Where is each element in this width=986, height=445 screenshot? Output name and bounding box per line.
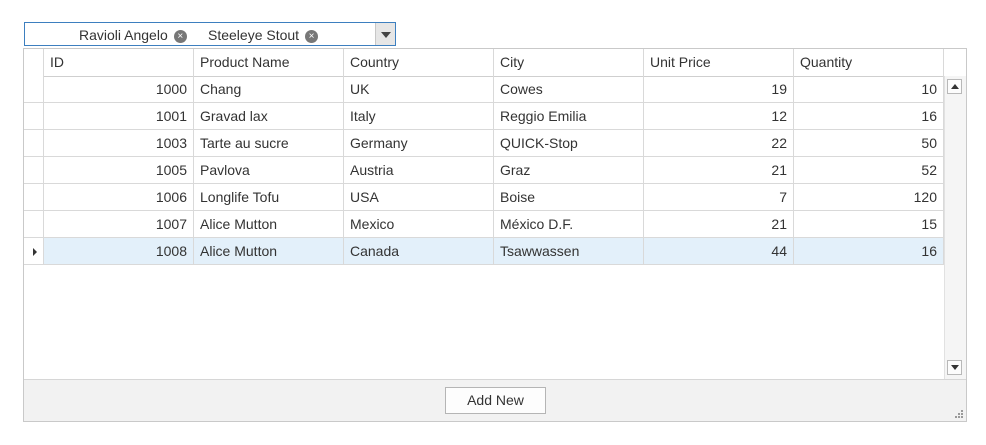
row-indicator[interactable] [24,103,44,130]
filter-token[interactable]: Ravioli Angelo × [79,25,187,45]
table-row[interactable]: 1003 Tarte au sucre Germany QUICK-Stop 22 50 [24,130,944,157]
chevron-down-icon [381,32,391,38]
cell-city[interactable]: Tsawwassen [494,238,644,265]
scroll-up-button[interactable] [947,79,962,94]
cell-city[interactable]: México D.F. [494,211,644,238]
column-header-product-name[interactable]: Product Name [194,49,344,76]
cell-quantity[interactable]: 16 [794,238,944,265]
cell-id[interactable]: 1003 [44,130,194,157]
cell-country[interactable]: UK [344,76,494,103]
cell-city[interactable]: Cowes [494,76,644,103]
row-indicator[interactable] [24,238,44,265]
cell-quantity[interactable]: 120 [794,184,944,211]
cell-country[interactable]: Austria [344,157,494,184]
cell-product-name[interactable]: Longlife Tofu [194,184,344,211]
add-new-button[interactable]: Add New [445,387,546,414]
cell-unit-price[interactable]: 44 [644,238,794,265]
column-header-quantity[interactable]: Quantity [794,49,944,76]
cell-quantity[interactable]: 52 [794,157,944,184]
cell-unit-price[interactable]: 19 [644,76,794,103]
row-indicator[interactable] [24,211,44,238]
filter-token-label: Ravioli Angelo [79,27,168,43]
dropdown-button[interactable] [375,23,395,45]
filter-token-box[interactable]: Ravioli Angelo × Steeleye Stout × [24,22,396,46]
data-grid: ID Product Name Country City Unit Price … [23,48,967,422]
row-indicator[interactable] [24,130,44,157]
row-indicator[interactable] [24,157,44,184]
cell-quantity[interactable]: 50 [794,130,944,157]
current-row-indicator-icon [33,248,37,256]
remove-token-icon[interactable]: × [173,30,187,43]
cell-country[interactable]: Italy [344,103,494,130]
cell-product-name[interactable]: Alice Mutton [194,211,344,238]
cell-unit-price[interactable]: 7 [644,184,794,211]
cell-country[interactable]: USA [344,184,494,211]
cell-unit-price[interactable]: 21 [644,211,794,238]
filter-token-label: Steeleye Stout [208,27,300,43]
filter-token[interactable]: Steeleye Stout × [208,25,319,45]
vertical-scrollbar[interactable] [944,76,966,379]
column-header-country[interactable]: Country [344,49,494,76]
table-row[interactable]: 1006 Longlife Tofu USA Boise 7 120 [24,184,944,211]
cell-product-name[interactable]: Alice Mutton [194,238,344,265]
row-indicator[interactable] [24,184,44,211]
cell-unit-price[interactable]: 21 [644,157,794,184]
cell-unit-price[interactable]: 12 [644,103,794,130]
cell-quantity[interactable]: 15 [794,211,944,238]
column-header-unit-price[interactable]: Unit Price [644,49,794,76]
cell-id[interactable]: 1006 [44,184,194,211]
cell-product-name[interactable]: Gravad lax [194,103,344,130]
column-header-id[interactable]: ID [44,49,194,76]
cell-unit-price[interactable]: 22 [644,130,794,157]
grid-header: ID Product Name Country City Unit Price … [24,49,966,77]
table-row[interactable]: 1007 Alice Mutton Mexico México D.F. 21 15 [24,211,944,238]
table-row[interactable]: 1000 Chang UK Cowes 19 10 [24,76,944,103]
cell-city[interactable]: Reggio Emilia [494,103,644,130]
grid-footer: Add New [24,379,966,421]
cell-product-name[interactable]: Tarte au sucre [194,130,344,157]
cell-quantity[interactable]: 16 [794,103,944,130]
cell-country[interactable]: Germany [344,130,494,157]
cell-id[interactable]: 1007 [44,211,194,238]
cell-country[interactable]: Mexico [344,211,494,238]
arrow-up-icon [951,84,959,89]
resize-grip-icon[interactable] [954,409,963,418]
cell-id[interactable]: 1000 [44,76,194,103]
row-indicator[interactable] [24,76,44,103]
cell-city[interactable]: Boise [494,184,644,211]
cell-id[interactable]: 1008 [44,238,194,265]
arrow-down-icon [951,365,959,370]
column-header-city[interactable]: City [494,49,644,76]
table-row[interactable]: 1001 Gravad lax Italy Reggio Emilia 12 16 [24,103,944,130]
cell-city[interactable]: QUICK-Stop [494,130,644,157]
header-row-indicator [24,49,44,76]
cell-city[interactable]: Graz [494,157,644,184]
scroll-down-button[interactable] [947,360,962,375]
table-row[interactable]: 1005 Pavlova Austria Graz 21 52 [24,157,944,184]
cell-id[interactable]: 1001 [44,103,194,130]
cell-product-name[interactable]: Pavlova [194,157,344,184]
table-row[interactable]: 1008 Alice Mutton Canada Tsawwassen 44 16 [24,238,944,265]
cell-quantity[interactable]: 10 [794,76,944,103]
cell-product-name[interactable]: Chang [194,76,344,103]
cell-id[interactable]: 1005 [44,157,194,184]
remove-token-icon[interactable]: × [305,30,319,43]
cell-country[interactable]: Canada [344,238,494,265]
